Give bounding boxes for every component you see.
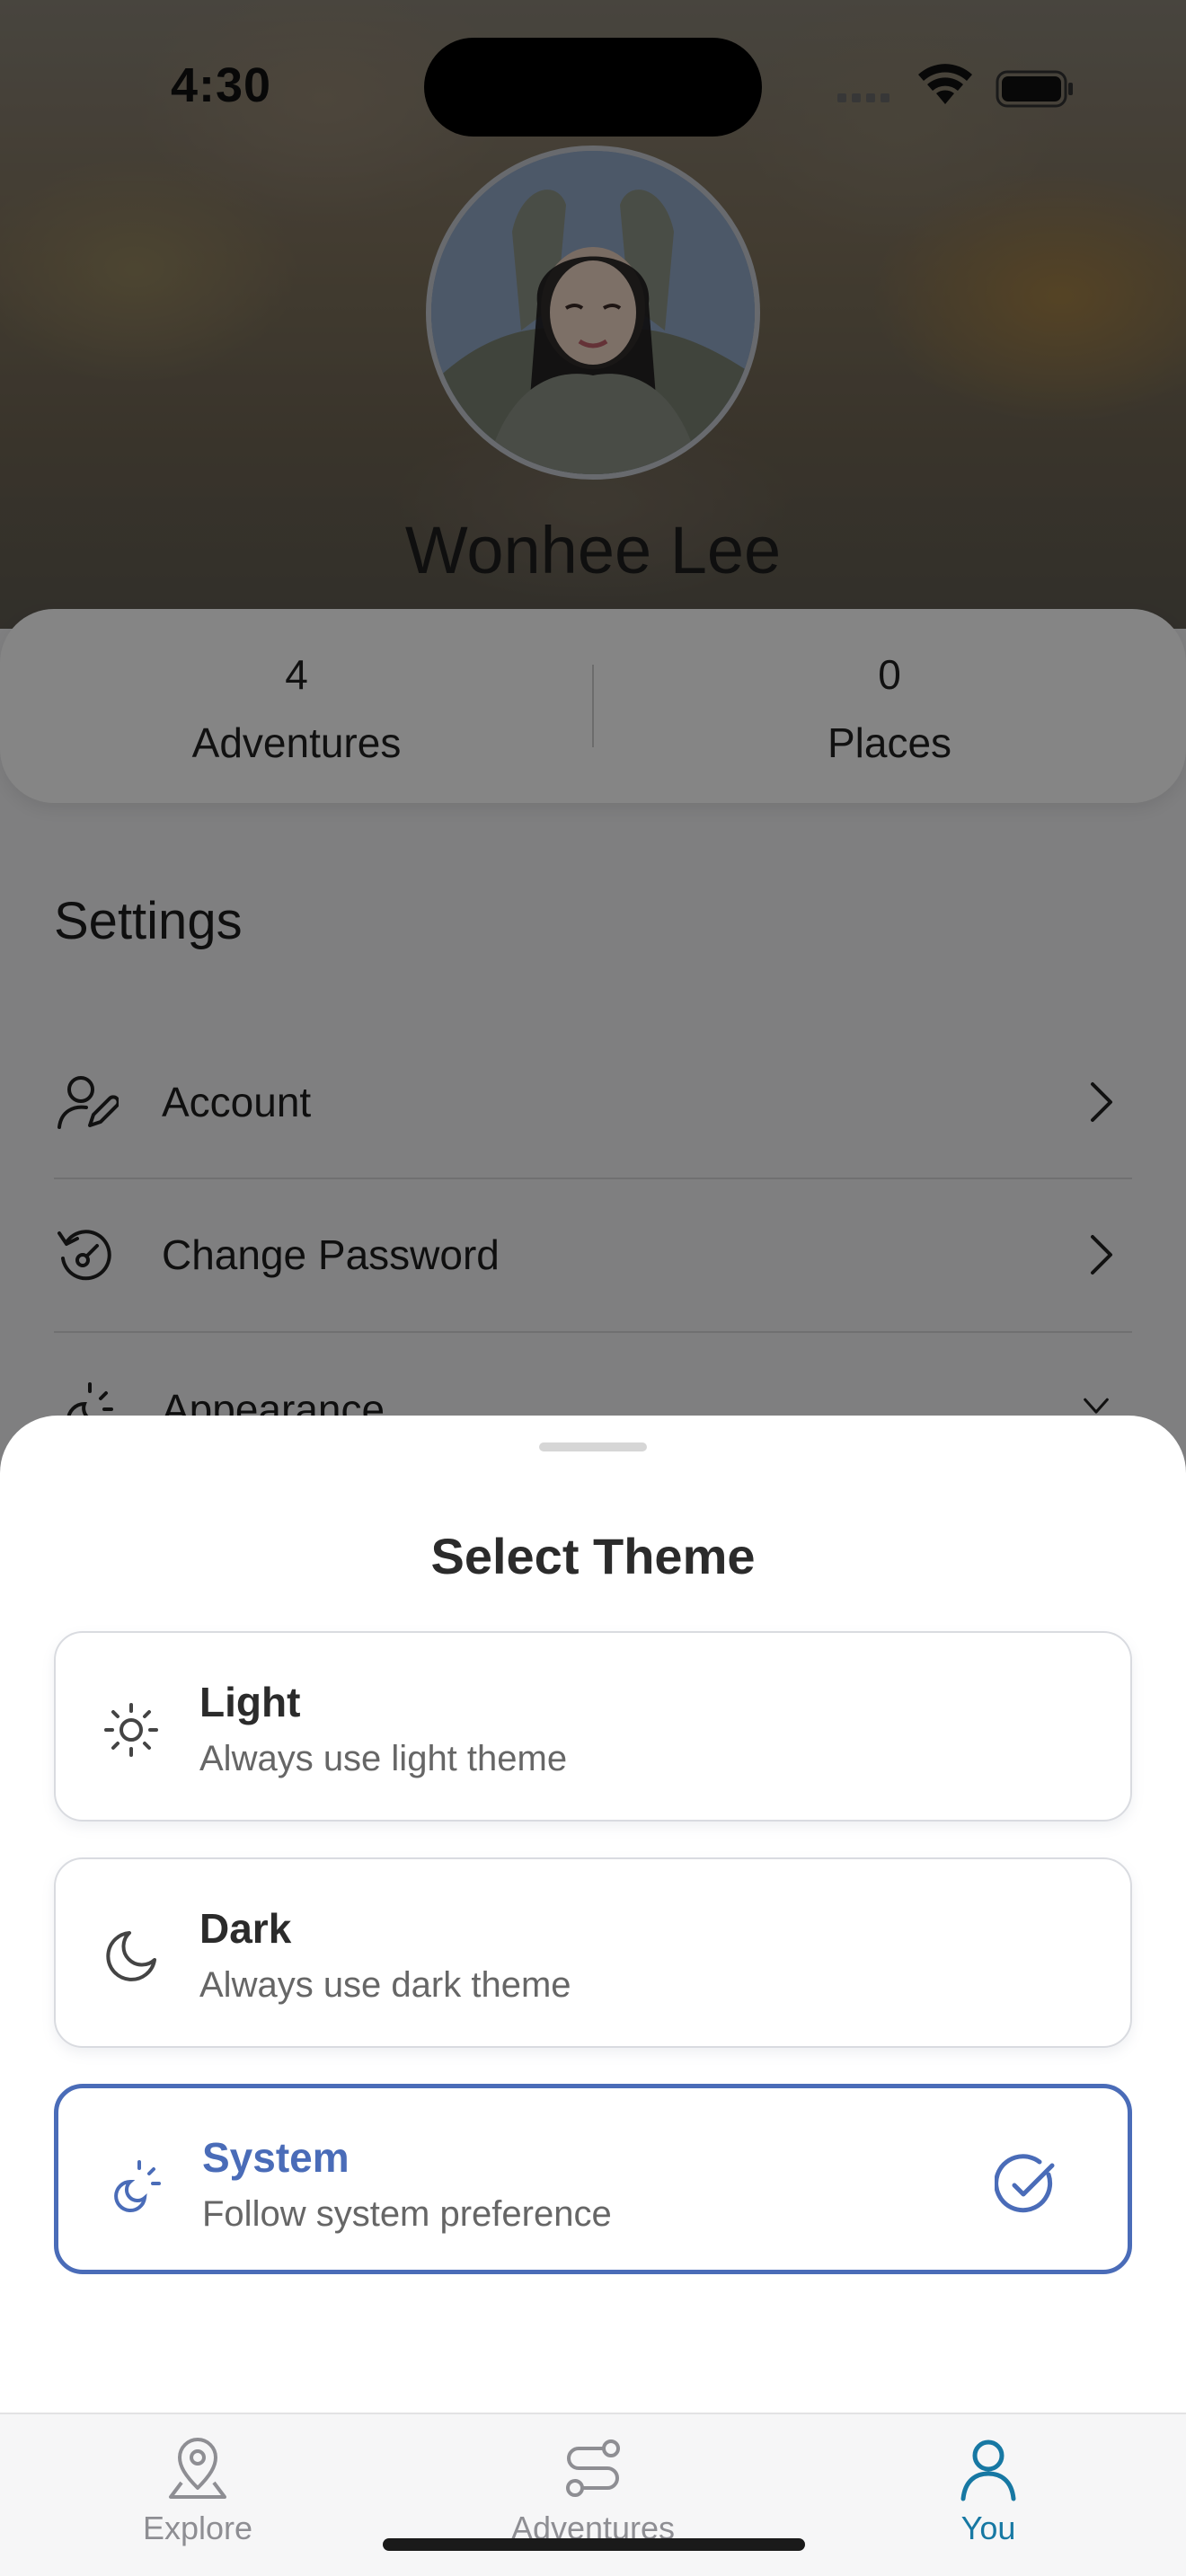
moon-icon bbox=[106, 1931, 156, 1981]
tab-label: You bbox=[960, 2510, 1016, 2546]
theme-option-title: Light bbox=[199, 1679, 301, 1725]
sheet-grabber[interactable] bbox=[539, 1442, 647, 1451]
theme-bottom-sheet: Select Theme Light Always use light them… bbox=[0, 1416, 1186, 2576]
theme-option-title: Dark bbox=[199, 1905, 292, 1952]
theme-option-light[interactable]: Light Always use light theme bbox=[54, 1631, 1132, 1822]
sun-moon-icon bbox=[114, 2160, 161, 2212]
tab-adventures[interactable]: Adventures bbox=[458, 2432, 728, 2547]
sheet-title: Select Theme bbox=[430, 1528, 756, 1584]
home-indicator[interactable] bbox=[383, 2538, 805, 2551]
theme-option-system[interactable]: System Follow system preference bbox=[54, 2084, 1132, 2274]
map-pin-icon bbox=[169, 2438, 226, 2499]
theme-option-title: System bbox=[202, 2134, 350, 2181]
tab-bar: Explore Adventures You bbox=[0, 2413, 1186, 2576]
tab-explore[interactable]: Explore bbox=[63, 2432, 332, 2547]
tab-label: Explore bbox=[142, 2510, 253, 2546]
sun-icon bbox=[104, 1703, 158, 1757]
theme-option-description: Follow system preference bbox=[202, 2194, 612, 2234]
theme-option-description: Always use light theme bbox=[199, 1739, 568, 1778]
checkmark-circle-icon bbox=[995, 2154, 1055, 2213]
theme-option-dark[interactable]: Dark Always use dark theme bbox=[54, 1857, 1132, 2048]
theme-option-description: Always use dark theme bbox=[199, 1965, 571, 2005]
person-icon bbox=[960, 2439, 1016, 2501]
tab-you[interactable]: You bbox=[854, 2432, 1123, 2547]
route-icon bbox=[566, 2439, 620, 2497]
profile-screen: 4:30 Wonhee Lee 4 Adventures 0 Places Se… bbox=[0, 0, 1186, 2576]
